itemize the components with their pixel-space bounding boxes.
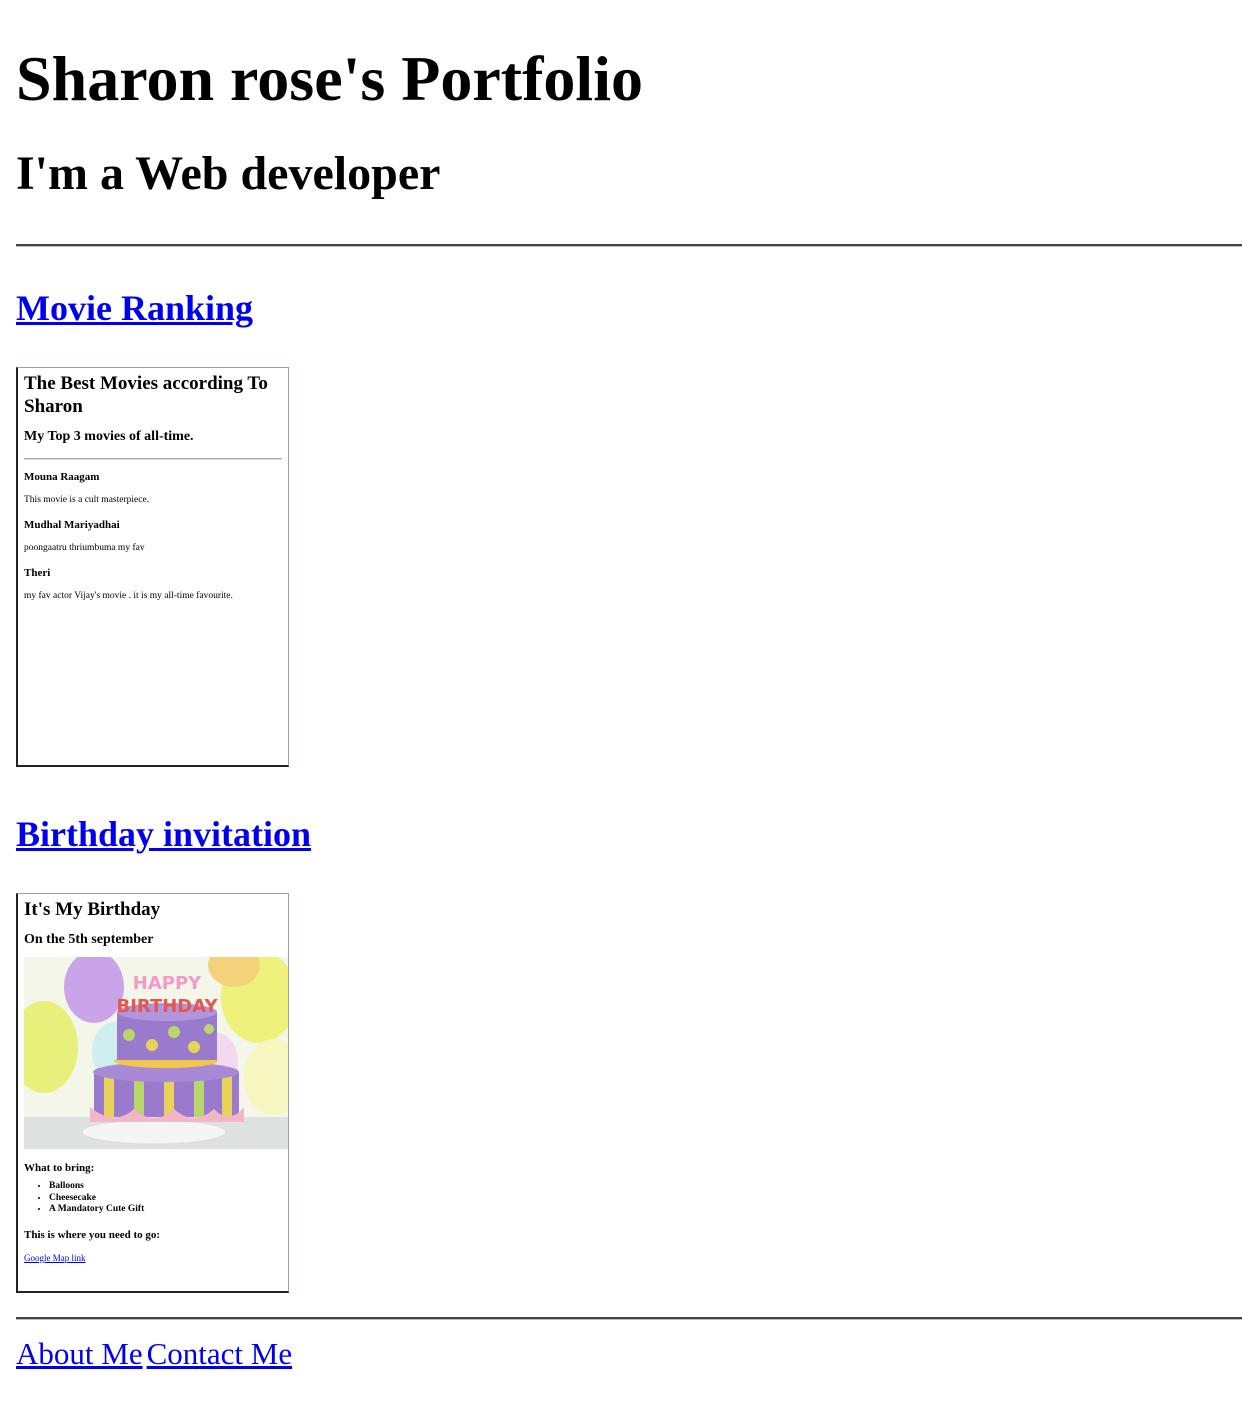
birthday-frame-heading: It's My Birthday <box>24 899 161 920</box>
movie-item: Theri my fav actor Vijay's movie . it is… <box>24 566 282 602</box>
movie-list: Mouna Raagam This movie is a cult master… <box>24 470 282 602</box>
movie-frame-heading: The Best Movies according To Sharon <box>24 373 268 417</box>
movie-desc: This movie is a cult masterpiece. <box>24 495 150 505</box>
movie-ranking-link[interactable]: Movie Ranking <box>16 287 253 329</box>
contact-me-link[interactable]: Contact Me <box>147 1336 293 1371</box>
bring-item: Balloons <box>49 1181 288 1193</box>
birthday-invitation-link[interactable]: Birthday invitation <box>16 813 311 855</box>
bring-item: A Mandatory Cute Gift <box>49 1204 288 1216</box>
about-me-link[interactable]: About Me <box>16 1336 143 1371</box>
movie-item: Mudhal Mariyadhai poongaatru thriumbuma … <box>24 518 282 554</box>
bring-list: Balloons Cheesecake A Mandatory Cute Gif… <box>24 1181 288 1216</box>
movie-title: Mudhal Mariyadhai <box>24 519 120 531</box>
where-heading: This is where you need to go: <box>24 1228 161 1241</box>
footer-nav: About Me Contact Me <box>16 1336 1242 1372</box>
google-map-link[interactable]: Google Map link <box>24 1253 86 1263</box>
movie-frame-subheading: My Top 3 movies of all-time. <box>24 429 194 444</box>
movie-title: Mouna Raagam <box>24 471 100 483</box>
birthday-date: On the 5th september <box>24 932 154 947</box>
bring-item: Cheesecake <box>49 1193 288 1205</box>
birthday-cake-image: HAPPY BIRTHDAY <box>24 957 288 1149</box>
movie-item: Mouna Raagam This movie is a cult master… <box>24 470 282 506</box>
bring-heading: What to bring: <box>24 1162 95 1174</box>
movie-desc: my fav actor Vijay's movie . it is my al… <box>24 591 233 601</box>
movie-desc: poongaatru thriumbuma my fav <box>24 543 145 553</box>
movie-title: Theri <box>24 567 51 579</box>
page-subtitle: I'm a Web developer <box>16 147 441 200</box>
cake-text-birthday: BIRTHDAY <box>117 996 219 1017</box>
movie-ranking-frame[interactable]: The Best Movies according To Sharon My T… <box>16 367 289 767</box>
page-title: Sharon rose's Portfolio <box>16 43 643 114</box>
movie-frame-divider <box>24 458 282 460</box>
cake-text-happy: HAPPY <box>133 973 202 994</box>
birthday-invitation-frame[interactable]: It's My Birthday On the 5th september HA… <box>16 893 289 1293</box>
bottom-divider <box>16 1317 1242 1320</box>
